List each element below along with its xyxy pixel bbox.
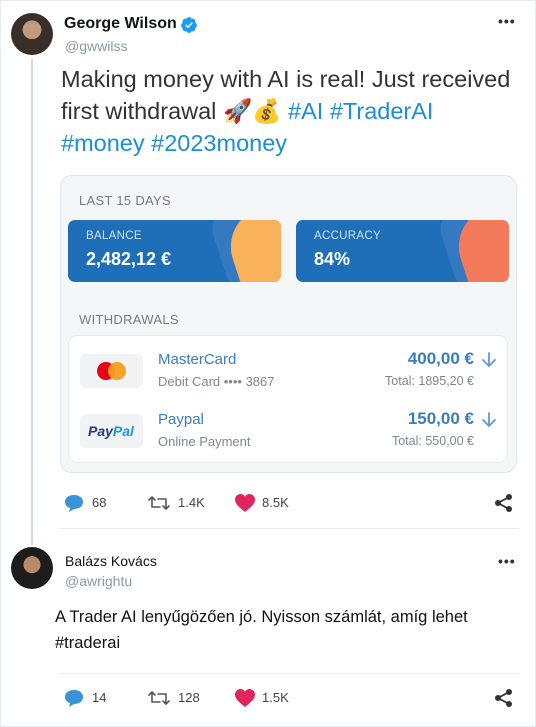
author-name[interactable]: George Wilson: [64, 15, 177, 33]
arrow-down-icon: [482, 352, 496, 368]
comment-icon: [65, 495, 83, 512]
comment-icon: [65, 690, 83, 707]
divider: [59, 673, 519, 674]
like-button[interactable]: 1.5K: [234, 688, 304, 708]
author-handle[interactable]: @awrightu: [65, 573, 132, 589]
paypal-logo: PayPal: [80, 414, 143, 448]
retweet-button[interactable]: 128: [147, 688, 217, 708]
heart-icon: [235, 494, 255, 512]
period-label: LAST 15 DAYS: [79, 193, 171, 208]
payment-method-detail: Debit Card •••• 3867: [158, 374, 275, 389]
withdrawals-list: MasterCard Debit Card •••• 3867 400,00 €…: [68, 335, 508, 463]
payment-method-name: Paypal: [158, 411, 204, 428]
tweet-thread: George Wilson @gwwilss ••• Making money …: [0, 0, 536, 727]
withdrawal-amount: 150,00 €: [407, 409, 474, 428]
withdrawal-total: Total: 1895,20 €: [385, 374, 474, 388]
withdrawal-amount: 400,00 €: [407, 349, 474, 368]
verified-badge-icon: [181, 17, 197, 33]
payment-method-detail: Online Payment: [158, 434, 251, 449]
more-options-icon[interactable]: •••: [498, 13, 516, 29]
hashtag-traderai[interactable]: #TraderAI: [330, 98, 434, 124]
like-button[interactable]: 8.5K: [234, 493, 304, 513]
withdrawal-row-paypal[interactable]: PayPal Paypal Online Payment 150,00 € To…: [69, 398, 509, 458]
emoji: 🚀💰: [222, 98, 282, 124]
balance-value: 2,482,12 €: [86, 249, 172, 269]
mastercard-logo: [80, 354, 143, 388]
tweet-text: Making money with AI is real! Just recei…: [61, 63, 521, 159]
tweet-body: Making money with AI is real! Just recei…: [61, 66, 511, 124]
accuracy-tile: ACCURACY 84%: [296, 220, 509, 282]
divider: [59, 528, 519, 529]
balance-label: BALANCE: [86, 230, 142, 242]
reply-button[interactable]: 68: [63, 493, 123, 513]
hashtag-money[interactable]: #money: [61, 130, 145, 156]
arrow-down-icon: [482, 412, 496, 428]
trading-dashboard-card[interactable]: LAST 15 DAYS BALANCE 2,482,12 € ACCURACY…: [60, 175, 517, 473]
share-icon[interactable]: [494, 493, 514, 513]
retweet-button[interactable]: 1.4K: [147, 493, 217, 513]
withdrawal-row-mastercard[interactable]: MasterCard Debit Card •••• 3867 400,00 €…: [69, 338, 509, 398]
hashtag-2023money[interactable]: #2023money: [151, 130, 287, 156]
reply-count: 68: [92, 495, 107, 510]
avatar[interactable]: [11, 547, 53, 589]
balance-tile: BALANCE 2,482,12 €: [68, 220, 281, 282]
reply-text: A Trader AI lenyűgözően jó. Nyisson szám…: [55, 608, 468, 652]
share-icon[interactable]: [494, 688, 514, 708]
thread-line: [31, 59, 33, 545]
accuracy-label: ACCURACY: [314, 230, 381, 242]
withdrawals-label: WITHDRAWALS: [79, 312, 179, 327]
retweet-icon: [148, 691, 170, 705]
reply-button[interactable]: 14: [63, 688, 123, 708]
payment-method-name: MasterCard: [158, 351, 237, 368]
retweet-count: 128: [178, 690, 200, 705]
retweet-icon: [148, 496, 170, 510]
reply-count: 14: [92, 690, 107, 705]
author-name[interactable]: Balázs Kovács: [65, 553, 157, 569]
like-count: 8.5K: [262, 495, 289, 510]
author-handle[interactable]: @gwwilss: [65, 38, 127, 54]
withdrawal-total: Total: 550,00 €: [391, 434, 474, 448]
retweet-count: 1.4K: [178, 495, 205, 510]
accuracy-value: 84%: [314, 249, 351, 269]
like-count: 1.5K: [262, 690, 289, 705]
avatar[interactable]: [11, 13, 53, 55]
heart-icon: [235, 689, 255, 707]
hashtag-ai[interactable]: #AI: [288, 98, 323, 124]
more-options-icon[interactable]: •••: [498, 553, 516, 569]
